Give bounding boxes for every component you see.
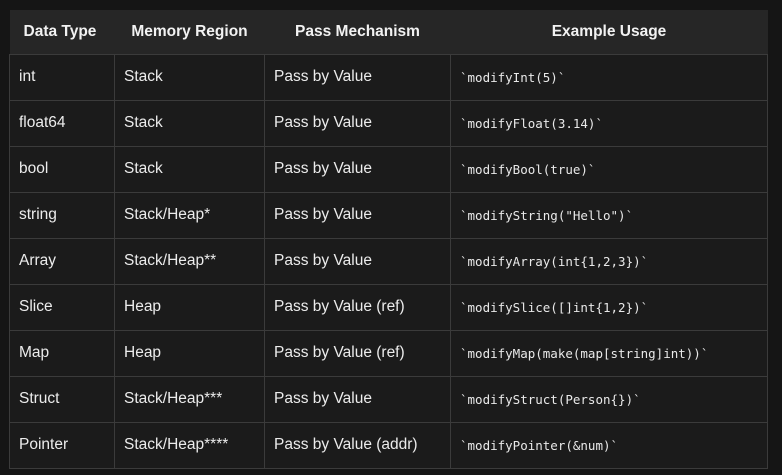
cell-example-usage: `modifyString("Hello")` [450, 191, 768, 239]
cell-memory-region: Heap [114, 283, 265, 331]
cell-memory-region: Stack/Heap**** [114, 421, 265, 469]
table-header: Data Type Memory Region Pass Mechanism E… [9, 10, 768, 54]
cell-data-type: string [9, 191, 115, 239]
cell-example-usage: `modifyMap(make(map[string]int))` [450, 329, 768, 377]
column-header-memory-region: Memory Region [131, 22, 248, 40]
cell-pass-mechanism: Pass by Value [264, 99, 451, 147]
cell-memory-region: Stack [114, 53, 265, 101]
cell-memory-region: Heap [114, 329, 265, 377]
table-row: Struct Stack/Heap*** Pass by Value `modi… [9, 375, 768, 423]
cell-pass-mechanism: Pass by Value [264, 53, 451, 101]
column-header-data-type: Data Type [23, 22, 97, 40]
cell-data-type: bool [9, 145, 115, 193]
column-header-example-usage: Example Usage [551, 22, 667, 40]
cell-pass-mechanism: Pass by Value [264, 191, 451, 239]
cell-pass-mechanism: Pass by Value (ref) [264, 283, 451, 331]
table-container: Data Type Memory Region Pass Mechanism E… [0, 0, 782, 475]
table-row: float64 Stack Pass by Value `modifyFloat… [9, 99, 768, 147]
cell-example-usage: `modifyStruct(Person{})` [450, 375, 768, 423]
cell-example-usage: `modifyPointer(&num)` [450, 421, 768, 469]
table-row: Map Heap Pass by Value (ref) `modifyMap(… [9, 329, 768, 377]
cell-memory-region: Stack/Heap** [114, 237, 265, 285]
column-header-pass-mechanism: Pass Mechanism [295, 22, 420, 40]
cell-example-usage: `modifyInt(5)` [450, 53, 768, 101]
table-body: int Stack Pass by Value `modifyInt(5)` f… [9, 53, 768, 469]
table-row: Pointer Stack/Heap**** Pass by Value (ad… [9, 421, 768, 469]
table-row: bool Stack Pass by Value `modifyBool(tru… [9, 145, 768, 193]
table-row: string Stack/Heap* Pass by Value `modify… [9, 191, 768, 239]
cell-example-usage: `modifyFloat(3.14)` [450, 99, 768, 147]
cell-data-type: Map [9, 329, 115, 377]
cell-pass-mechanism: Pass by Value (ref) [264, 329, 451, 377]
data-types-table: Data Type Memory Region Pass Mechanism E… [9, 10, 768, 469]
table-row: int Stack Pass by Value `modifyInt(5)` [9, 53, 768, 101]
cell-data-type: Struct [9, 375, 115, 423]
cell-memory-region: Stack [114, 99, 265, 147]
cell-memory-region: Stack/Heap*** [114, 375, 265, 423]
cell-pass-mechanism: Pass by Value [264, 375, 451, 423]
cell-data-type: Slice [9, 283, 115, 331]
cell-pass-mechanism: Pass by Value [264, 145, 451, 193]
cell-data-type: int [9, 53, 115, 101]
table-row: Slice Heap Pass by Value (ref) `modifySl… [9, 283, 768, 331]
cell-example-usage: `modifyArray(int{1,2,3})` [450, 237, 768, 285]
cell-pass-mechanism: Pass by Value (addr) [264, 421, 451, 469]
cell-data-type: Pointer [9, 421, 115, 469]
table-row: Array Stack/Heap** Pass by Value `modify… [9, 237, 768, 285]
cell-example-usage: `modifySlice([]int{1,2})` [450, 283, 768, 331]
cell-pass-mechanism: Pass by Value [264, 237, 451, 285]
cell-example-usage: `modifyBool(true)` [450, 145, 768, 193]
header-row: Data Type Memory Region Pass Mechanism E… [9, 10, 768, 54]
cell-data-type: float64 [9, 99, 115, 147]
cell-memory-region: Stack [114, 145, 265, 193]
cell-memory-region: Stack/Heap* [114, 191, 265, 239]
cell-data-type: Array [9, 237, 115, 285]
